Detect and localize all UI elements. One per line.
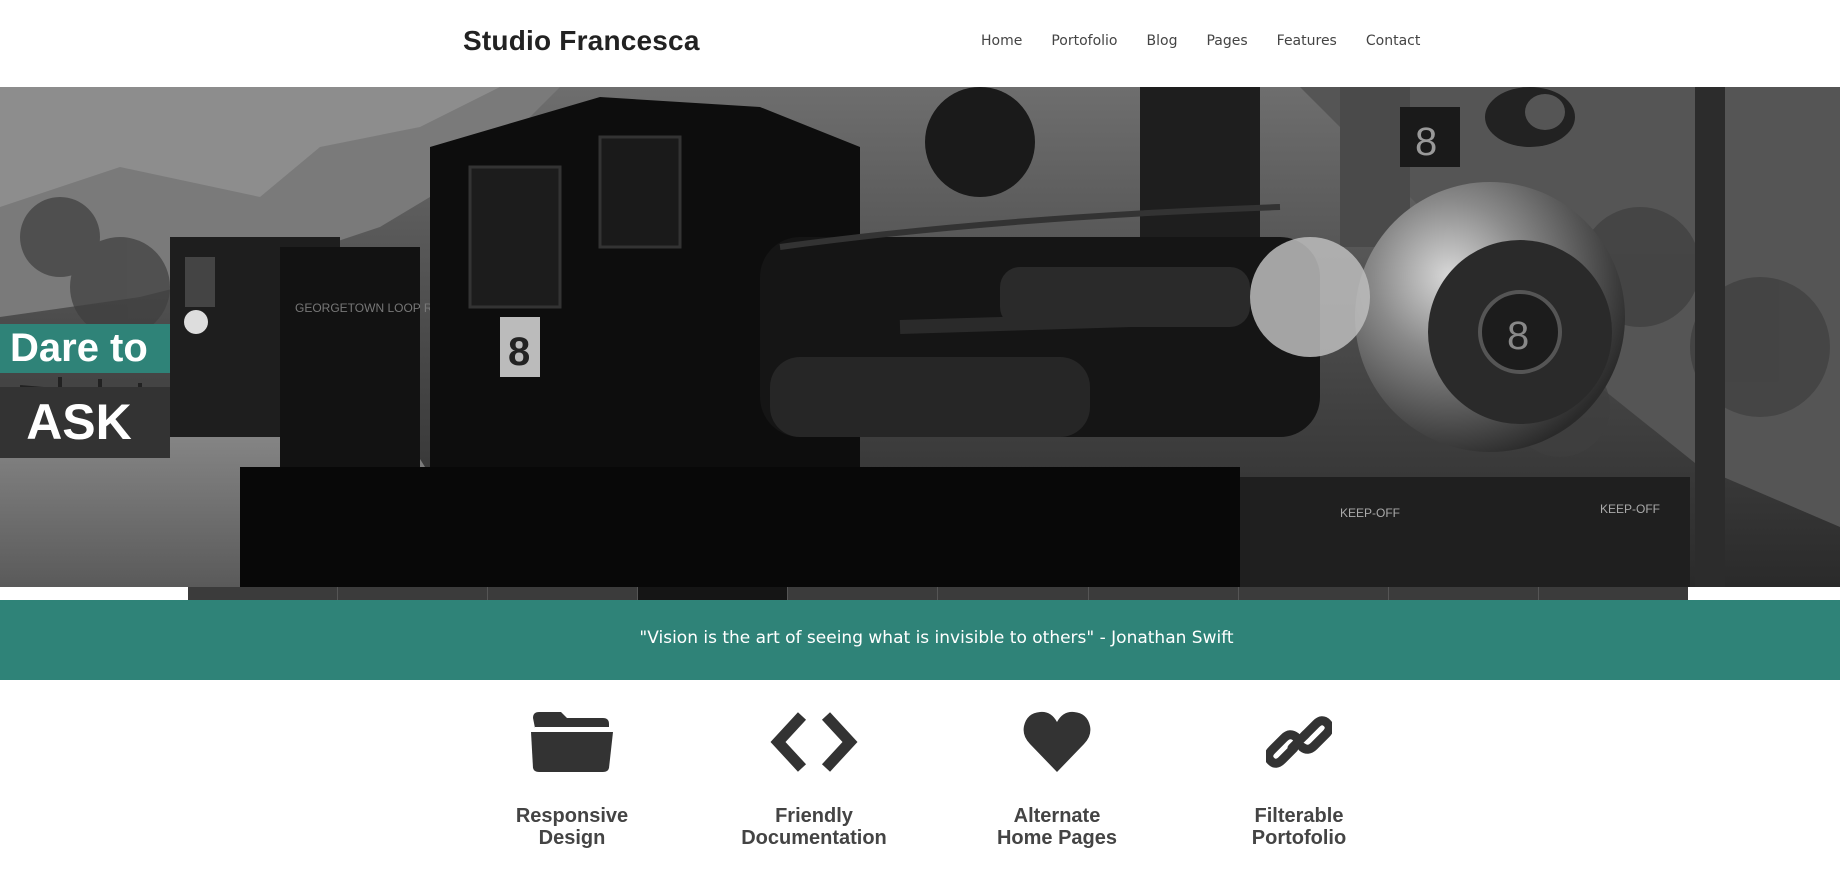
nav-contact[interactable]: Contact (1366, 33, 1420, 49)
slide-indicator-5[interactable] (788, 587, 939, 600)
svg-text:8: 8 (1415, 120, 1437, 164)
nav-pages[interactable]: Pages (1206, 33, 1247, 49)
feature-title-line1: Responsive (515, 805, 629, 827)
site-logo[interactable]: Studio Francesca (463, 25, 700, 57)
site-header: Studio Francesca Home Portofolio Blog Pa… (0, 0, 1840, 87)
svg-text:8: 8 (508, 330, 530, 374)
nav-features[interactable]: Features (1277, 33, 1337, 49)
folder-icon (529, 710, 615, 779)
slide-indicator-1[interactable] (188, 587, 339, 600)
feature-title-line2: Home Pages (996, 827, 1118, 849)
feature-title-line1: Friendly (775, 805, 853, 827)
link-icon (1264, 710, 1334, 779)
slide-indicator-6[interactable] (938, 587, 1089, 600)
hero-slider[interactable]: GEORGETOWN LOOP RR 8 8 8 KEEP-OFF KEEP-O… (0, 87, 1840, 587)
svg-text:KEEP-OFF: KEEP-OFF (1340, 506, 1400, 520)
svg-text:KEEP-OFF: KEEP-OFF (1600, 502, 1660, 516)
hero-caption-line2: ASK (0, 387, 170, 458)
nav-blog[interactable]: Blog (1147, 33, 1178, 49)
hero-image-locomotive: GEORGETOWN LOOP RR 8 8 8 KEEP-OFF KEEP-O… (0, 87, 1840, 587)
feature-title-line1: Filterable (1254, 805, 1344, 827)
heart-icon (1022, 710, 1092, 779)
slide-indicator-10[interactable] (1538, 587, 1688, 600)
feature-title-line2: Design (538, 827, 606, 849)
nav-portofolio[interactable]: Portofolio (1051, 33, 1117, 49)
slide-indicator-8[interactable] (1238, 587, 1389, 600)
slide-indicator-9[interactable] (1388, 587, 1539, 600)
slider-pagination (188, 587, 1688, 600)
feature-title-line2: Documentation (741, 827, 887, 849)
slide-indicator-4[interactable] (638, 587, 789, 600)
svg-text:8: 8 (1507, 314, 1529, 358)
nav-home[interactable]: Home (981, 33, 1022, 49)
feature-title-line1: Alternate (1013, 805, 1101, 827)
main-nav: Home Portofolio Blog Pages Features Cont… (981, 33, 1420, 49)
svg-text:GEORGETOWN LOOP RR: GEORGETOWN LOOP RR (295, 301, 442, 315)
hero-caption-line1: Dare to (0, 324, 170, 373)
code-icon (768, 710, 860, 779)
slide-indicator-3[interactable] (488, 587, 639, 600)
slide-indicator-7[interactable] (1088, 587, 1239, 600)
quote-band: "Vision is the art of seeing what is inv… (0, 600, 1840, 680)
quote-text: "Vision is the art of seeing what is inv… (639, 628, 1234, 648)
feature-title-line2: Portofolio (1251, 827, 1347, 849)
features-section: Responsive Design Friendly Documentation… (0, 680, 1840, 870)
slide-indicator-2[interactable] (338, 587, 489, 600)
